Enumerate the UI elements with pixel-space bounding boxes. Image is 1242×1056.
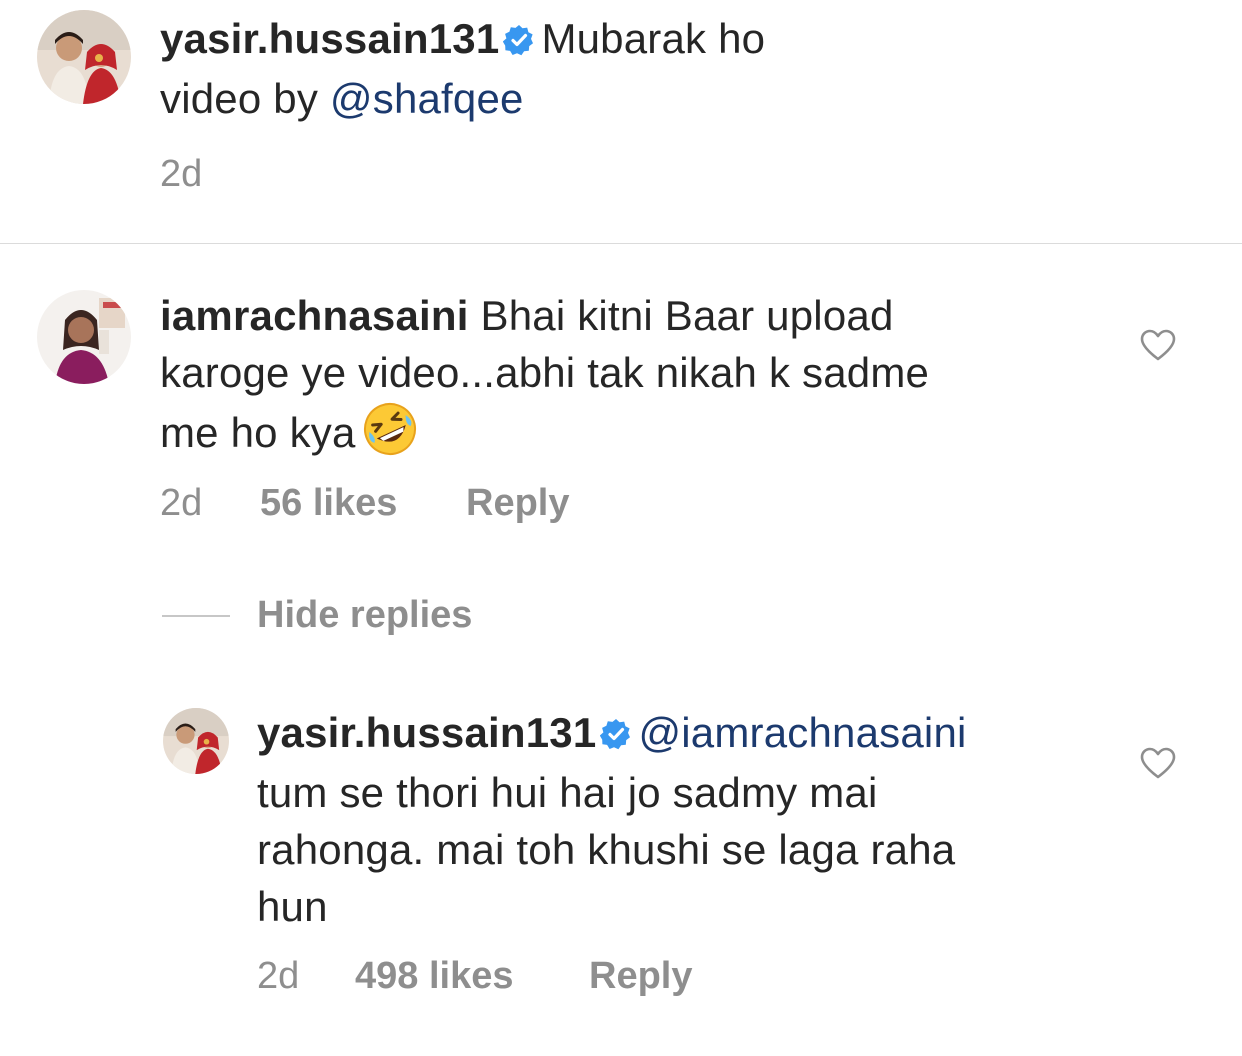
verified-badge-icon [503,13,535,70]
comment-text: yasir.hussain131 Mubarak ho video by @sha… [160,10,1160,127]
mention-link[interactable]: @shafqee [330,75,524,122]
divider [0,243,1242,244]
comment-text: iamrachnasaini Bhai kitni Baar upload ka… [160,287,1120,471]
likes-count[interactable]: 498 likes [355,955,513,998]
reply-time: 2d [257,955,300,997]
hide-replies-button[interactable]: Hide replies [257,594,472,637]
comment-username[interactable]: yasir.hussain131 [160,15,499,62]
mention-link[interactable]: @iamrachnasaini [638,709,966,756]
like-heart-icon[interactable] [1140,329,1176,361]
reply-button[interactable]: Reply [589,955,692,998]
reply-body: hun [257,883,328,930]
reply-body: tum se thori hui hai jo sadmy mai [257,769,878,816]
rolling-on-floor-laughing-emoji-icon [362,401,418,471]
avatar[interactable] [37,290,131,384]
comment-body: Mubarak ho [541,15,766,62]
comment-body: me ho kya [160,409,356,456]
verified-badge-icon [600,707,632,764]
comment-body: karoge ye video...abhi tak nikah k sadme [160,349,930,396]
reply-body: rahonga. mai toh khushi se laga raha [257,826,956,873]
replies-divider-line [162,615,230,617]
comment-body: video by [160,75,330,122]
avatar[interactable] [37,10,131,104]
comment-username[interactable]: iamrachnasaini [160,292,469,339]
comment-body: Bhai kitni Baar upload [480,292,894,339]
reply-text: yasir.hussain131 @iamrachnasaini tum se t… [257,704,1117,935]
like-heart-icon[interactable] [1140,747,1176,779]
avatar[interactable] [163,708,229,774]
reply-username[interactable]: yasir.hussain131 [257,709,596,756]
reply-button[interactable]: Reply [466,482,569,525]
likes-count[interactable]: 56 likes [260,482,397,525]
comment-time: 2d [160,153,203,195]
comment-time: 2d [160,482,203,524]
